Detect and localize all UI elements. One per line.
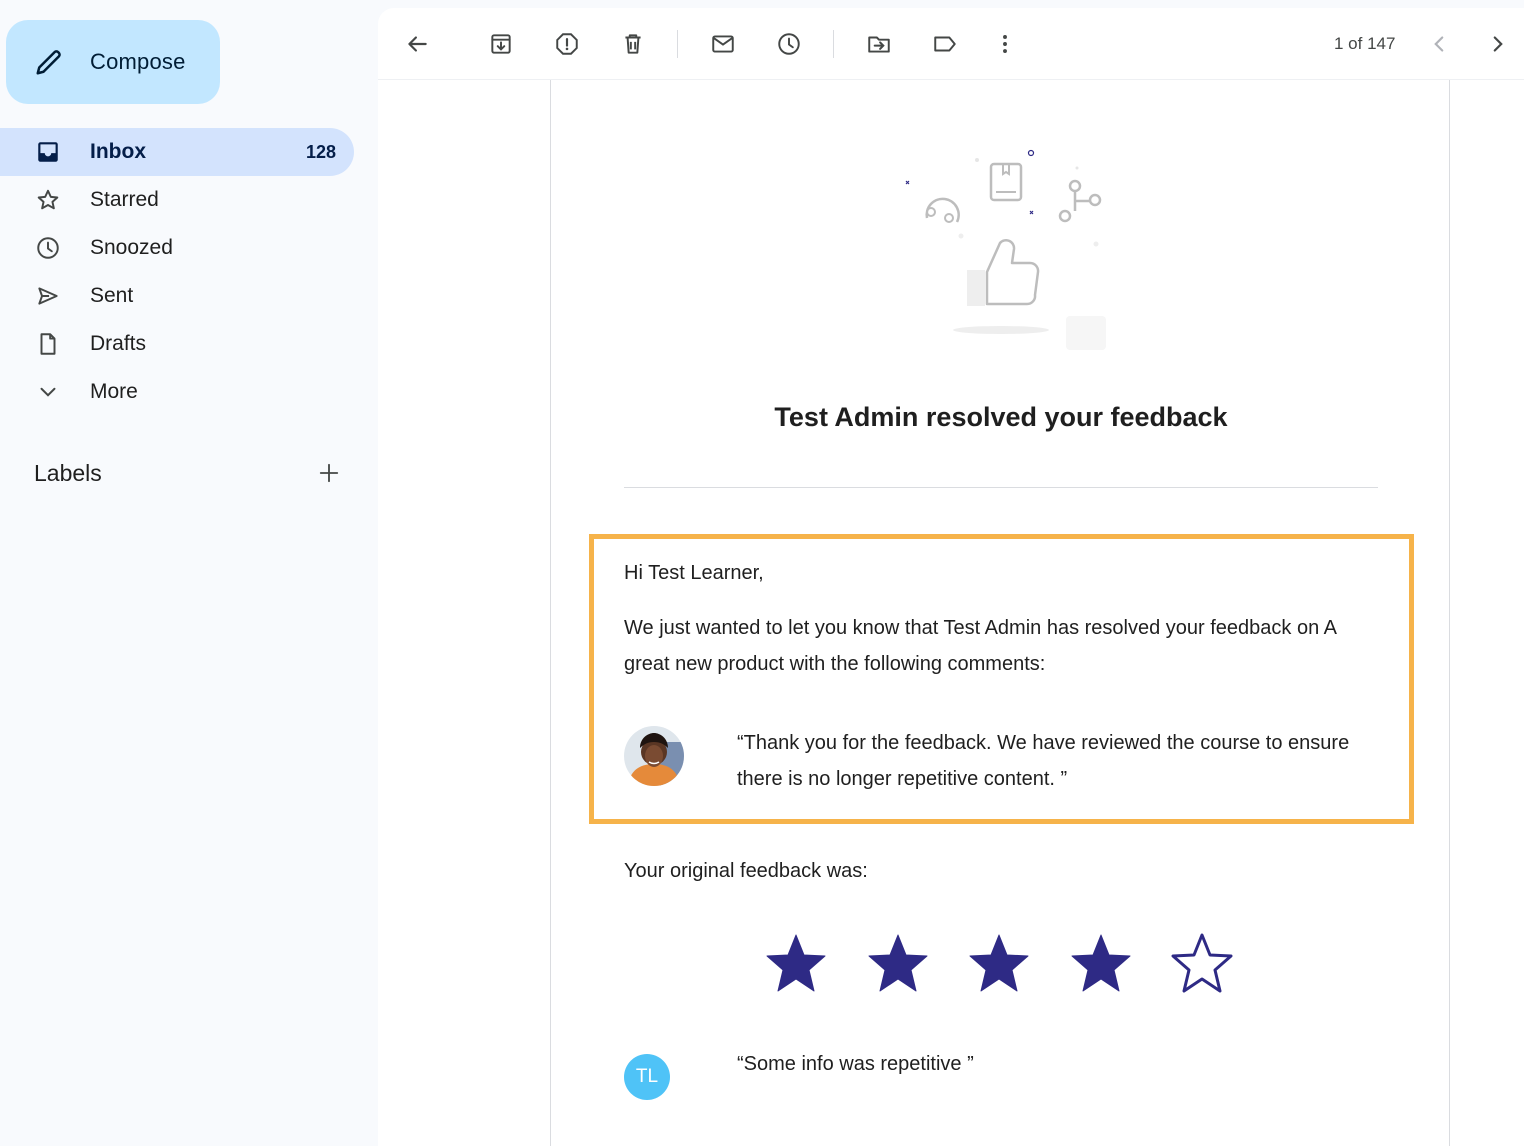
sidebar-item-drafts[interactable]: Drafts [0,320,354,368]
sidebar-item-snoozed[interactable]: Snoozed [0,224,354,272]
content-divider [624,487,1378,488]
older-button[interactable] [1480,26,1516,62]
more-vert-icon [1003,35,1007,53]
sidebar-item-inbox[interactable]: Inbox 128 [0,128,354,176]
more-options-button[interactable] [987,26,1023,62]
labels-title: Labels [34,459,102,486]
star-filled-icon [766,934,826,992]
labels-button[interactable] [927,26,963,62]
back-arrow-icon [408,36,427,52]
compose-label: Compose [90,49,186,74]
sidebar-item-label: Inbox [90,140,146,163]
pencil-icon [36,50,61,75]
back-button[interactable] [399,26,435,62]
chevron-left-icon [1434,36,1444,52]
toolbar-divider [833,30,834,58]
compose-button[interactable]: Compose [6,20,220,104]
sidebar-item-more[interactable]: More [0,368,354,416]
thumbs-up-illustration [905,149,1106,350]
star-empty-icon [1171,933,1233,993]
sidebar-item-label: Drafts [90,332,147,355]
send-icon [34,282,62,310]
email-body: Test Admin resolved your feedback Hi Tes… [550,80,1450,1146]
reading-pane: 1 of 147 Test Admin resolved your feedba… [378,8,1524,1146]
report-spam-button[interactable] [549,26,585,62]
sidebar-item-label: Starred [90,188,159,211]
mark-unread-icon [712,35,734,53]
archive-icon [491,34,511,54]
mark-unread-button[interactable] [705,26,741,62]
star-filled-icon [1071,934,1130,992]
delete-button[interactable] [615,26,651,62]
chevron-down-icon [34,378,62,406]
learner-avatar: TL [624,1054,670,1100]
sidebar-item-label: Snoozed [90,236,173,259]
nav-list: Inbox 128 Starred Snoozed Sent Drafts Mo… [0,128,354,416]
star-rating [765,932,1245,994]
sidebar-item-label: More [90,380,138,403]
plus-icon [319,463,339,483]
email-title: Test Admin resolved your feedback [774,402,1228,432]
move-to-button[interactable] [861,26,897,62]
sidebar-item-sent[interactable]: Sent [0,272,354,320]
snooze-button[interactable] [771,26,807,62]
move-to-icon [868,36,890,53]
sidebar-item-label: Sent [90,284,134,307]
chevron-right-icon [1493,36,1503,52]
admin-avatar [624,726,684,786]
message-toolbar: 1 of 147 [378,8,1524,80]
inbox-icon [34,138,62,166]
draft-icon [34,330,62,358]
toolbar-divider [677,30,678,58]
labels-header: Labels [34,456,344,490]
original-feedback-quote: “Some info was repetitive ” [737,1053,974,1075]
original-feedback-label: Your original feedback was: [624,860,868,882]
delete-icon [625,34,641,54]
pagination-label: 1 of 147 [1334,34,1396,53]
sidebar-item-starred[interactable]: Starred [0,176,354,224]
archive-button[interactable] [483,26,519,62]
report-spam-icon [556,33,578,55]
greeting-text: Hi Test Learner, [624,562,764,584]
body-paragraph: We just wanted to let you know that Test… [624,617,1336,675]
add-label-button[interactable] [314,458,344,488]
clock-icon [34,234,62,262]
snooze-icon [778,33,800,55]
star-icon [34,186,62,214]
newer-button[interactable] [1421,26,1457,62]
admin-reply-quote: “Thank you for the feedback. We have rev… [737,732,1350,790]
star-filled-icon [868,934,927,992]
star-filled-icon [969,934,1029,992]
label-icon [934,36,956,52]
inbox-count-badge: 128 [305,141,336,162]
sidebar: Compose Inbox 128 Starred Snoozed Sent D… [0,0,378,1146]
